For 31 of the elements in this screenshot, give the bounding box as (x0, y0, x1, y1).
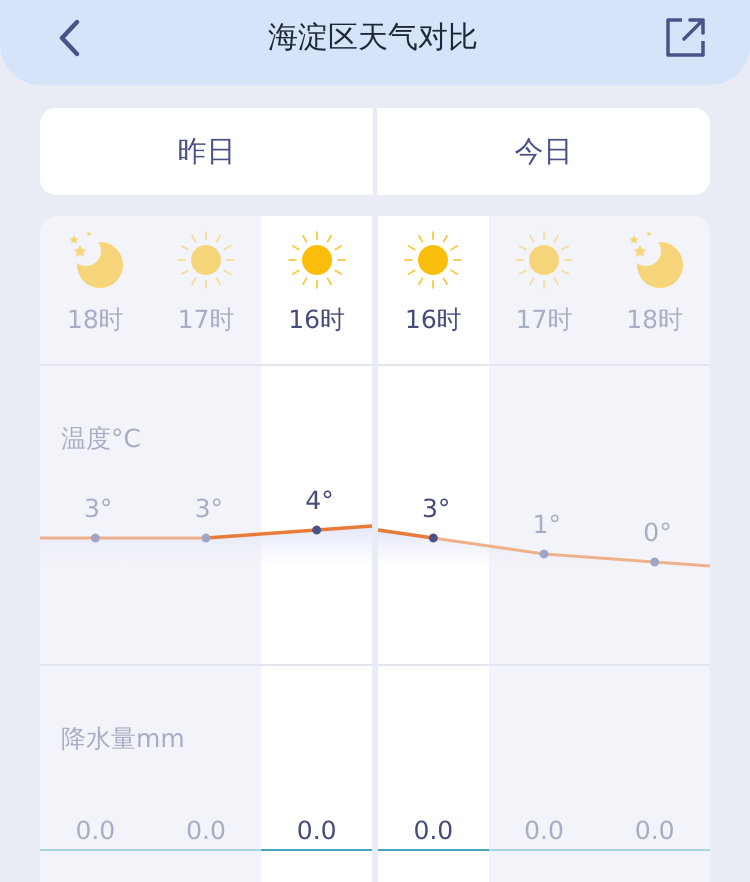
temperature-value: 0° (643, 518, 672, 547)
precipitation-value: 0.0 (524, 816, 564, 845)
temperature-value: 3° (194, 494, 224, 523)
temperature-dot (90, 534, 100, 542)
temperature-dot (312, 526, 322, 534)
precipitation-value: 0.0 (75, 816, 116, 845)
day-label: 今日 (514, 132, 572, 170)
hour-label: 16时 (404, 304, 462, 336)
precipitation-value: 0.0 (296, 816, 337, 845)
share-icon (664, 16, 706, 58)
row-label: 降水量mm (61, 723, 185, 755)
temperature-dot (650, 558, 660, 566)
hour-label: 16时 (288, 304, 346, 336)
temperature-dot (202, 534, 210, 542)
hour-label: 18时 (66, 304, 124, 336)
hour-label: 17时 (178, 304, 234, 336)
precipitation-value: 0.0 (413, 816, 454, 845)
temperature-value: 3° (84, 494, 112, 523)
row-label: 温度°C (61, 423, 141, 455)
precipitation-value: 0.0 (186, 816, 226, 845)
hour-label: 17时 (516, 304, 572, 336)
day-label: 昨日 (178, 132, 236, 170)
temperature-dot (540, 550, 548, 558)
temperature-value: 1° (532, 510, 562, 539)
hour-label: 18时 (626, 304, 684, 336)
temperature-value: 4° (305, 486, 334, 515)
temperature-value: 3° (422, 494, 450, 523)
temperature-dot (428, 534, 438, 542)
share-button[interactable] (664, 16, 706, 58)
page-title: 海淀区天气对比 (268, 19, 478, 57)
precipitation-value: 0.0 (634, 816, 675, 845)
